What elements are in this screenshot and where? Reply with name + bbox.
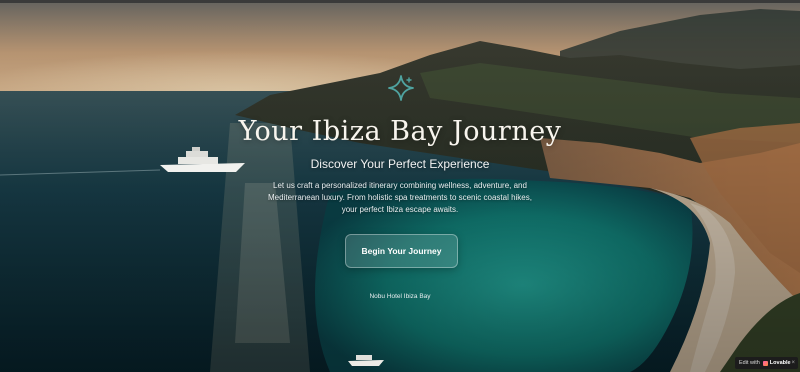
badge-prefix: Edit with [739,360,760,366]
begin-journey-button[interactable]: Begin Your Journey [345,234,458,268]
close-icon[interactable]: × [791,360,795,366]
lovable-heart-icon [762,360,768,366]
hero-background-image [0,3,800,372]
edit-with-lovable-badge[interactable]: Edit with Lovable × [735,357,798,369]
badge-brand: Lovable [769,360,791,366]
